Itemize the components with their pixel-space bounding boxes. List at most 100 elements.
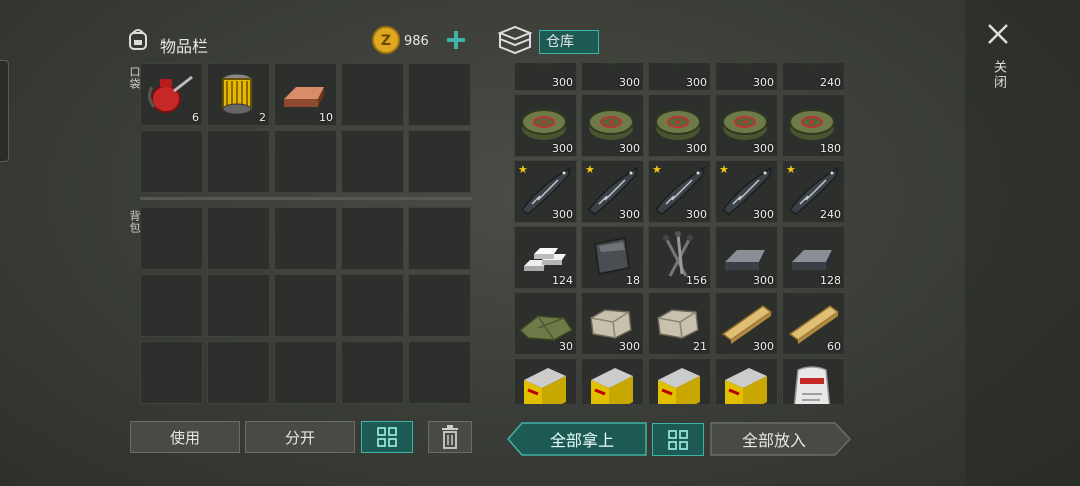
backpack-slot[interactable] bbox=[140, 274, 203, 337]
item-quantity: 300 bbox=[753, 142, 774, 155]
item-quantity: 300 bbox=[686, 142, 707, 155]
backpack-slot[interactable] bbox=[341, 207, 404, 270]
backpack-slot[interactable] bbox=[274, 341, 337, 404]
storage-slot[interactable] bbox=[715, 358, 778, 404]
star-icon: ★ bbox=[585, 163, 595, 176]
backpack-slot[interactable] bbox=[408, 207, 471, 270]
item-quantity: 60 bbox=[827, 340, 841, 353]
storage-slot[interactable]: 300 bbox=[648, 94, 711, 157]
split-button[interactable]: 分开 bbox=[245, 421, 355, 453]
backpack-slot[interactable] bbox=[140, 341, 203, 404]
storage-slot[interactable]: 180 bbox=[782, 94, 845, 157]
item-quantity: 156 bbox=[686, 274, 707, 287]
storage-slot[interactable] bbox=[648, 358, 711, 404]
storage-slot[interactable]: 240 bbox=[782, 63, 845, 91]
backpack-slot[interactable] bbox=[207, 274, 270, 337]
grid-sort-icon bbox=[668, 429, 688, 450]
take-all-button[interactable]: 全部拿上 bbox=[507, 422, 647, 456]
grid-sort-icon bbox=[377, 427, 397, 447]
pocket-slot[interactable] bbox=[408, 130, 471, 193]
tab-storage[interactable]: 仓库 bbox=[539, 30, 599, 54]
storage-slot[interactable]: 124 bbox=[514, 226, 577, 289]
item-quantity: 124 bbox=[552, 274, 573, 287]
item-quantity: 300 bbox=[619, 340, 640, 353]
pocket-slot[interactable]: 2 bbox=[207, 63, 270, 126]
pocket-slot[interactable] bbox=[140, 130, 203, 193]
storage-slot[interactable]: ★ 300 bbox=[715, 160, 778, 223]
add-coins-button[interactable] bbox=[446, 30, 466, 50]
backpack-slot[interactable] bbox=[207, 341, 270, 404]
item-quantity: 300 bbox=[619, 76, 640, 89]
storage-slot[interactable]: ★ 240 bbox=[782, 160, 845, 223]
close-icon[interactable] bbox=[986, 22, 1010, 46]
item-quantity: 18 bbox=[626, 274, 640, 287]
backpack-slot[interactable] bbox=[408, 341, 471, 404]
backpack-icon bbox=[125, 26, 151, 52]
storage-slot[interactable]: 300 bbox=[581, 94, 644, 157]
storage-slot[interactable]: 300 bbox=[715, 226, 778, 289]
item-quantity: 30 bbox=[559, 340, 573, 353]
storage-slot[interactable]: 300 bbox=[715, 94, 778, 157]
storage-slot[interactable] bbox=[514, 358, 577, 404]
storage-slot[interactable] bbox=[782, 358, 845, 404]
pocket-slot[interactable]: 10 bbox=[274, 63, 337, 126]
storage-slot[interactable]: ★ 300 bbox=[581, 160, 644, 223]
put-all-button[interactable]: 全部放入 bbox=[710, 422, 852, 456]
oil-can-icon bbox=[144, 67, 196, 119]
storage-slot[interactable]: ★ 300 bbox=[648, 160, 711, 223]
put-all-label: 全部放入 bbox=[741, 431, 806, 450]
item-quantity: 300 bbox=[619, 142, 640, 155]
storage-slot[interactable]: 60 bbox=[782, 292, 845, 355]
backpack-slot[interactable] bbox=[207, 207, 270, 270]
storage-icon bbox=[497, 25, 533, 55]
use-button[interactable]: 使用 bbox=[130, 421, 240, 453]
pocket-slot[interactable] bbox=[341, 130, 404, 193]
battery-icon bbox=[719, 362, 771, 404]
item-quantity: 300 bbox=[552, 76, 573, 89]
item-quantity: 240 bbox=[820, 76, 841, 89]
storage-slot[interactable]: 300 bbox=[581, 292, 644, 355]
storage-slot[interactable]: 30 bbox=[514, 292, 577, 355]
item-quantity: 2 bbox=[259, 111, 266, 124]
svg-text:Z: Z bbox=[381, 33, 391, 49]
storage-slot[interactable]: 21 bbox=[648, 292, 711, 355]
backpack-slot[interactable] bbox=[274, 274, 337, 337]
sort-storage-button[interactable] bbox=[652, 423, 704, 456]
storage-slot[interactable]: 300 bbox=[715, 63, 778, 91]
pocket-slot[interactable] bbox=[274, 130, 337, 193]
pocket-slot[interactable] bbox=[207, 130, 270, 193]
storage-slot[interactable]: 300 bbox=[648, 63, 711, 91]
item-quantity: 300 bbox=[552, 208, 573, 221]
backpack-slot[interactable] bbox=[140, 207, 203, 270]
backpack-slot[interactable] bbox=[408, 274, 471, 337]
storage-slot[interactable]: 300 bbox=[514, 94, 577, 157]
item-quantity: 6 bbox=[192, 111, 199, 124]
inventory-title: 物品栏 bbox=[160, 37, 209, 56]
oil-filter-icon bbox=[211, 67, 263, 119]
storage-slot[interactable]: ★ 300 bbox=[514, 160, 577, 223]
storage-slot[interactable] bbox=[581, 358, 644, 404]
item-quantity: 180 bbox=[820, 142, 841, 155]
item-quantity: 21 bbox=[693, 340, 707, 353]
side-tab-handle[interactable] bbox=[0, 60, 9, 162]
storage-scroll-area[interactable]: 300 300 300 300 240 300 300 300 300 180 ★ 300 ★ 300 ★ 3… bbox=[514, 63, 846, 404]
item-quantity: 10 bbox=[319, 111, 333, 124]
backpack-slot[interactable] bbox=[341, 341, 404, 404]
storage-slot[interactable]: 300 bbox=[514, 63, 577, 91]
trash-button[interactable] bbox=[428, 421, 472, 453]
backpack-slot[interactable] bbox=[341, 274, 404, 337]
close-label[interactable]: 关闭 bbox=[989, 60, 1008, 90]
storage-slot[interactable]: 156 bbox=[648, 226, 711, 289]
storage-slot[interactable]: 300 bbox=[715, 292, 778, 355]
storage-slot[interactable]: 128 bbox=[782, 226, 845, 289]
coin-icon: Z bbox=[372, 26, 400, 54]
storage-slot[interactable]: 300 bbox=[581, 63, 644, 91]
pocket-slot[interactable] bbox=[341, 63, 404, 126]
item-quantity: 300 bbox=[686, 208, 707, 221]
pocket-slot[interactable]: 6 bbox=[140, 63, 203, 126]
sort-inventory-button[interactable] bbox=[361, 421, 413, 453]
pocket-slot[interactable] bbox=[408, 63, 471, 126]
storage-slot[interactable]: 18 bbox=[581, 226, 644, 289]
backpack-slot[interactable] bbox=[274, 207, 337, 270]
coin-count: 986 bbox=[404, 34, 429, 49]
